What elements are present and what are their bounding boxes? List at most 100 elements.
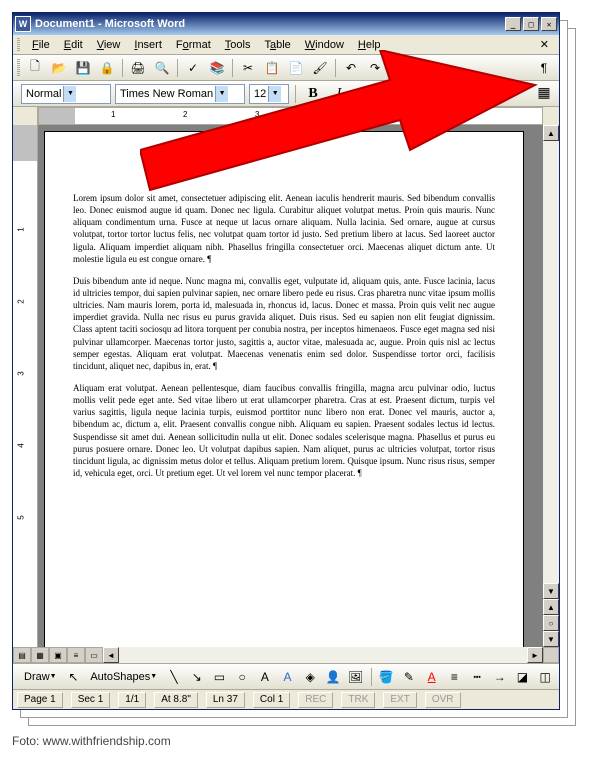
- scroll-track[interactable]: [119, 647, 527, 663]
- clipart-icon[interactable]: 👤: [323, 666, 343, 688]
- font-color-icon[interactable]: A: [422, 666, 442, 688]
- window-title: Document1 - Microsoft Word: [35, 18, 503, 30]
- select-icon[interactable]: ↖: [64, 666, 84, 688]
- wordart-icon[interactable]: A: [278, 666, 298, 688]
- status-trk[interactable]: TRK: [341, 692, 375, 708]
- menu-insert[interactable]: Insert: [128, 37, 168, 53]
- paragraph[interactable]: Lorem ipsum dolor sit amet, consectetuer…: [73, 192, 495, 265]
- menu-edit[interactable]: Edit: [58, 37, 89, 53]
- font-combo[interactable]: Times New Roman ▼: [115, 84, 245, 104]
- line-color-icon[interactable]: ✎: [399, 666, 419, 688]
- font-value: Times New Roman: [120, 88, 213, 100]
- close-button[interactable]: ✕: [541, 17, 557, 31]
- draw-menu[interactable]: Draw ▼: [20, 667, 61, 687]
- toolbar-handle[interactable]: [17, 38, 20, 52]
- scroll-down-icon[interactable]: ▼: [543, 583, 559, 599]
- research-icon[interactable]: 📚: [206, 57, 228, 79]
- underline-button[interactable]: U: [354, 83, 376, 105]
- dash-style-icon[interactable]: ┅: [467, 666, 487, 688]
- document-pane[interactable]: Lorem ipsum dolor sit amet, consectetuer…: [38, 125, 543, 647]
- pilcrow-icon[interactable]: ¶: [533, 57, 555, 79]
- menu-window[interactable]: Window: [299, 37, 350, 53]
- toolbar-handle[interactable]: [17, 59, 20, 77]
- size-combo[interactable]: 12 ▼: [249, 84, 289, 104]
- vertical-ruler[interactable]: 1 2 3 4 5: [13, 125, 38, 647]
- cut-icon[interactable]: ✂: [237, 57, 259, 79]
- browse-object-icon[interactable]: ○: [543, 615, 559, 631]
- size-value: 12: [254, 88, 266, 100]
- paste-icon[interactable]: 📄: [285, 57, 307, 79]
- document-page[interactable]: Lorem ipsum dolor sit amet, consectetuer…: [44, 131, 524, 647]
- prev-page-icon[interactable]: ▲: [543, 599, 559, 615]
- titlebar[interactable]: W Document1 - Microsoft Word _ □ ✕: [13, 13, 559, 35]
- status-ext[interactable]: EXT: [383, 692, 416, 708]
- oval-icon[interactable]: ○: [232, 666, 252, 688]
- fill-color-icon[interactable]: 🪣: [376, 666, 396, 688]
- menu-help[interactable]: Help: [352, 37, 387, 53]
- status-at: At 8.8": [154, 692, 198, 708]
- chevron-down-icon[interactable]: ▼: [63, 86, 76, 102]
- maximize-button[interactable]: □: [523, 17, 539, 31]
- line-icon[interactable]: ╲: [164, 666, 184, 688]
- chevron-down-icon[interactable]: ▼: [268, 86, 281, 102]
- outline-view-icon[interactable]: ≡: [67, 647, 85, 663]
- menu-file[interactable]: File: [26, 37, 56, 53]
- web-view-icon[interactable]: ▦: [31, 647, 49, 663]
- shadow-icon[interactable]: ◪: [513, 666, 533, 688]
- resize-grip[interactable]: [543, 647, 559, 663]
- menu-table[interactable]: Table: [258, 37, 296, 53]
- line-style-icon[interactable]: ≡: [445, 666, 465, 688]
- format-painter-icon[interactable]: 🖌: [309, 57, 331, 79]
- horizontal-scrollbar[interactable]: ◄ ►: [103, 647, 543, 663]
- status-pages: 1/1: [118, 692, 146, 708]
- threed-icon[interactable]: ◫: [535, 666, 555, 688]
- photo-credit: Foto: www.withfriendship.com: [12, 734, 171, 748]
- status-ovr[interactable]: OVR: [425, 692, 461, 708]
- print-icon[interactable]: 🖨: [127, 57, 149, 79]
- print-view-icon[interactable]: ▣: [49, 647, 67, 663]
- copy-icon[interactable]: 📋: [261, 57, 283, 79]
- menubar: File Edit View Insert Format Tools Table…: [13, 35, 559, 55]
- horizontal-ruler[interactable]: 1 2 3 4 5 6: [38, 107, 543, 125]
- scroll-track[interactable]: [543, 141, 559, 583]
- scroll-left-icon[interactable]: ◄: [103, 647, 119, 663]
- picture-icon[interactable]: 🖼: [346, 666, 366, 688]
- menu-tools[interactable]: Tools: [219, 37, 257, 53]
- normal-view-icon[interactable]: ▤: [13, 647, 31, 663]
- vertical-scrollbar[interactable]: ▲ ▼ ▲ ○ ▼: [543, 125, 559, 647]
- view-buttons: ▤ ▦ ▣ ≡ ▭: [13, 647, 103, 663]
- chevron-down-icon[interactable]: ▼: [215, 86, 228, 102]
- spellcheck-icon[interactable]: ✓: [182, 57, 204, 79]
- open-icon[interactable]: 📂: [48, 57, 70, 79]
- paragraph[interactable]: Duis bibendum ante id neque. Nunc magna …: [73, 275, 495, 372]
- paragraph[interactable]: Aliquam erat volutpat. Aenean pellentesq…: [73, 382, 495, 479]
- textbox-icon[interactable]: A: [255, 666, 275, 688]
- style-combo[interactable]: Normal ▼: [21, 84, 111, 104]
- indent-button[interactable]: ▦: [533, 83, 555, 105]
- word-app-icon: W: [15, 16, 31, 32]
- bold-button[interactable]: B: [302, 83, 324, 105]
- scroll-right-icon[interactable]: ►: [527, 647, 543, 663]
- italic-button[interactable]: I: [328, 83, 350, 105]
- close-document-button[interactable]: ✕: [534, 36, 555, 53]
- scroll-up-icon[interactable]: ▲: [543, 125, 559, 141]
- arrow-icon[interactable]: ↘: [187, 666, 207, 688]
- diagram-icon[interactable]: ◈: [300, 666, 320, 688]
- save-icon[interactable]: 💾: [72, 57, 94, 79]
- minimize-button[interactable]: _: [505, 17, 521, 31]
- menu-format[interactable]: Format: [170, 37, 217, 53]
- preview-icon[interactable]: 🔍: [151, 57, 173, 79]
- new-icon[interactable]: 🗋: [24, 57, 46, 79]
- autoshapes-menu[interactable]: AutoShapes ▼: [86, 667, 161, 687]
- next-page-icon[interactable]: ▼: [543, 631, 559, 647]
- undo-icon[interactable]: ↶: [340, 57, 362, 79]
- reading-view-icon[interactable]: ▭: [85, 647, 103, 663]
- redo-icon[interactable]: ↷: [364, 57, 386, 79]
- rectangle-icon[interactable]: ▭: [210, 666, 230, 688]
- permission-icon[interactable]: 🔒: [96, 57, 118, 79]
- arrow-style-icon[interactable]: →: [490, 666, 510, 688]
- status-rec[interactable]: REC: [298, 692, 333, 708]
- menu-view[interactable]: View: [91, 37, 127, 53]
- standard-toolbar: 🗋 📂 💾 🔒 🖨 🔍 ✓ 📚 ✂ 📋 📄 🖌 ↶ ↷ ¶: [13, 55, 559, 81]
- ruler-corner: [13, 107, 38, 125]
